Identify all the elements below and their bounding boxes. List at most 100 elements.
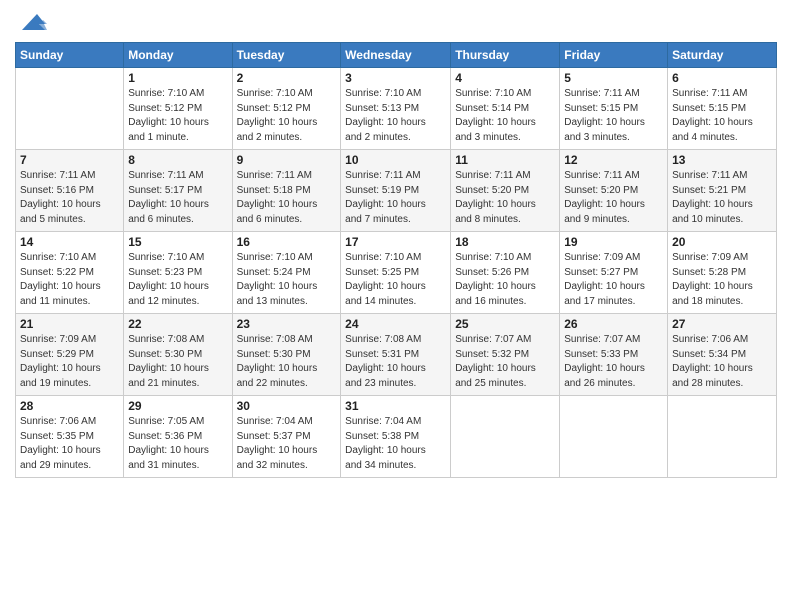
day-info: Sunrise: 7:11 AMSunset: 5:21 PMDaylight:… <box>672 169 772 227</box>
day-info: Sunrise: 7:10 AMSunset: 5:25 PMDaylight:… <box>345 251 446 309</box>
day-info: Sunrise: 7:06 AMSunset: 5:35 PMDaylight:… <box>20 415 119 473</box>
col-friday: Friday <box>560 43 668 68</box>
day-cell: 8 Sunrise: 7:11 AMSunset: 5:17 PMDaylight… <box>124 150 232 232</box>
day-info: Sunrise: 7:09 AMSunset: 5:29 PMDaylight:… <box>20 333 119 391</box>
day-cell: 28 Sunrise: 7:06 AMSunset: 5:35 PMDayligh… <box>16 396 124 478</box>
week-row-1: 1 Sunrise: 7:10 AMSunset: 5:12 PMDaylight… <box>16 68 777 150</box>
day-number: 30 <box>237 399 337 413</box>
day-info: Sunrise: 7:10 AMSunset: 5:22 PMDaylight:… <box>20 251 119 309</box>
day-number: 2 <box>237 71 337 85</box>
day-info: Sunrise: 7:11 AMSunset: 5:19 PMDaylight:… <box>345 169 446 227</box>
day-info: Sunrise: 7:11 AMSunset: 5:15 PMDaylight:… <box>672 87 772 145</box>
day-cell: 4 Sunrise: 7:10 AMSunset: 5:14 PMDaylight… <box>451 68 560 150</box>
day-number: 26 <box>564 317 663 331</box>
day-number: 13 <box>672 153 772 167</box>
day-cell <box>668 396 777 478</box>
day-number: 15 <box>128 235 227 249</box>
day-info: Sunrise: 7:11 AMSunset: 5:18 PMDaylight:… <box>237 169 337 227</box>
day-info: Sunrise: 7:10 AMSunset: 5:23 PMDaylight:… <box>128 251 227 309</box>
day-cell: 19 Sunrise: 7:09 AMSunset: 5:27 PMDayligh… <box>560 232 668 314</box>
day-number: 27 <box>672 317 772 331</box>
day-cell: 21 Sunrise: 7:09 AMSunset: 5:29 PMDayligh… <box>16 314 124 396</box>
day-number: 8 <box>128 153 227 167</box>
day-info: Sunrise: 7:08 AMSunset: 5:30 PMDaylight:… <box>237 333 337 391</box>
day-number: 7 <box>20 153 119 167</box>
col-thursday: Thursday <box>451 43 560 68</box>
day-cell: 11Sunrise: 7:11 AMSunset: 5:20 PMDayligh… <box>451 150 560 232</box>
day-number: 1 <box>128 71 227 85</box>
page: Sunday Monday Tuesday Wednesday Thursday… <box>0 0 792 612</box>
day-number: 6 <box>672 71 772 85</box>
day-number: 12 <box>564 153 663 167</box>
week-row-4: 21 Sunrise: 7:09 AMSunset: 5:29 PMDayligh… <box>16 314 777 396</box>
day-cell: 9 Sunrise: 7:11 AMSunset: 5:18 PMDaylight… <box>232 150 341 232</box>
day-number: 20 <box>672 235 772 249</box>
day-info: Sunrise: 7:11 AMSunset: 5:17 PMDaylight:… <box>128 169 227 227</box>
day-info: Sunrise: 7:10 AMSunset: 5:14 PMDaylight:… <box>455 87 555 145</box>
day-number: 28 <box>20 399 119 413</box>
day-info: Sunrise: 7:09 AMSunset: 5:27 PMDaylight:… <box>564 251 663 309</box>
day-cell: 3 Sunrise: 7:10 AMSunset: 5:13 PMDaylight… <box>341 68 451 150</box>
day-number: 3 <box>345 71 446 85</box>
calendar-table: Sunday Monday Tuesday Wednesday Thursday… <box>15 42 777 478</box>
day-info: Sunrise: 7:04 AMSunset: 5:38 PMDaylight:… <box>345 415 446 473</box>
logo-icon <box>17 10 47 34</box>
day-cell: 25Sunrise: 7:07 AMSunset: 5:32 PMDayligh… <box>451 314 560 396</box>
day-cell: 1 Sunrise: 7:10 AMSunset: 5:12 PMDaylight… <box>124 68 232 150</box>
day-info: Sunrise: 7:07 AMSunset: 5:32 PMDaylight:… <box>455 333 555 391</box>
col-tuesday: Tuesday <box>232 43 341 68</box>
week-row-3: 14 Sunrise: 7:10 AMSunset: 5:22 PMDayligh… <box>16 232 777 314</box>
day-number: 23 <box>237 317 337 331</box>
day-info: Sunrise: 7:10 AMSunset: 5:24 PMDaylight:… <box>237 251 337 309</box>
day-cell: 18 Sunrise: 7:10 AMSunset: 5:26 PMDayligh… <box>451 232 560 314</box>
day-cell <box>451 396 560 478</box>
day-info: Sunrise: 7:11 AMSunset: 5:16 PMDaylight:… <box>20 169 119 227</box>
day-cell: 20 Sunrise: 7:09 AMSunset: 5:28 PMDayligh… <box>668 232 777 314</box>
day-cell: 23 Sunrise: 7:08 AMSunset: 5:30 PMDayligh… <box>232 314 341 396</box>
day-cell: 16Sunrise: 7:10 AMSunset: 5:24 PMDayligh… <box>232 232 341 314</box>
day-info: Sunrise: 7:10 AMSunset: 5:26 PMDaylight:… <box>455 251 555 309</box>
day-cell: 29Sunrise: 7:05 AMSunset: 5:36 PMDayligh… <box>124 396 232 478</box>
day-number: 17 <box>345 235 446 249</box>
day-cell: 24 Sunrise: 7:08 AMSunset: 5:31 PMDayligh… <box>341 314 451 396</box>
col-monday: Monday <box>124 43 232 68</box>
day-cell: 13 Sunrise: 7:11 AMSunset: 5:21 PMDayligh… <box>668 150 777 232</box>
day-cell: 6 Sunrise: 7:11 AMSunset: 5:15 PMDaylight… <box>668 68 777 150</box>
col-wednesday: Wednesday <box>341 43 451 68</box>
day-number: 10 <box>345 153 446 167</box>
day-cell: 12 Sunrise: 7:11 AMSunset: 5:20 PMDayligh… <box>560 150 668 232</box>
day-cell: 17 Sunrise: 7:10 AMSunset: 5:25 PMDayligh… <box>341 232 451 314</box>
day-info: Sunrise: 7:09 AMSunset: 5:28 PMDaylight:… <box>672 251 772 309</box>
day-number: 22 <box>128 317 227 331</box>
day-info: Sunrise: 7:08 AMSunset: 5:31 PMDaylight:… <box>345 333 446 391</box>
header-row: Sunday Monday Tuesday Wednesday Thursday… <box>16 43 777 68</box>
day-info: Sunrise: 7:10 AMSunset: 5:13 PMDaylight:… <box>345 87 446 145</box>
day-number: 21 <box>20 317 119 331</box>
day-info: Sunrise: 7:10 AMSunset: 5:12 PMDaylight:… <box>237 87 337 145</box>
day-number: 24 <box>345 317 446 331</box>
day-cell: 10 Sunrise: 7:11 AMSunset: 5:19 PMDayligh… <box>341 150 451 232</box>
day-cell <box>560 396 668 478</box>
day-cell: 22 Sunrise: 7:08 AMSunset: 5:30 PMDayligh… <box>124 314 232 396</box>
day-cell: 26Sunrise: 7:07 AMSunset: 5:33 PMDayligh… <box>560 314 668 396</box>
day-number: 9 <box>237 153 337 167</box>
day-cell: 5Sunrise: 7:11 AMSunset: 5:15 PMDaylight… <box>560 68 668 150</box>
day-info: Sunrise: 7:11 AMSunset: 5:20 PMDaylight:… <box>564 169 663 227</box>
day-info: Sunrise: 7:04 AMSunset: 5:37 PMDaylight:… <box>237 415 337 473</box>
day-number: 4 <box>455 71 555 85</box>
day-cell: 30 Sunrise: 7:04 AMSunset: 5:37 PMDayligh… <box>232 396 341 478</box>
day-cell: 7 Sunrise: 7:11 AMSunset: 5:16 PMDaylight… <box>16 150 124 232</box>
header <box>15 10 777 34</box>
day-number: 29 <box>128 399 227 413</box>
logo <box>15 10 47 34</box>
day-cell: 2 Sunrise: 7:10 AMSunset: 5:12 PMDaylight… <box>232 68 341 150</box>
day-cell: 14 Sunrise: 7:10 AMSunset: 5:22 PMDayligh… <box>16 232 124 314</box>
day-number: 18 <box>455 235 555 249</box>
day-number: 19 <box>564 235 663 249</box>
day-cell: 31Sunrise: 7:04 AMSunset: 5:38 PMDayligh… <box>341 396 451 478</box>
day-number: 11 <box>455 153 555 167</box>
day-info: Sunrise: 7:10 AMSunset: 5:12 PMDaylight:… <box>128 87 227 145</box>
day-info: Sunrise: 7:08 AMSunset: 5:30 PMDaylight:… <box>128 333 227 391</box>
day-number: 14 <box>20 235 119 249</box>
day-cell <box>16 68 124 150</box>
